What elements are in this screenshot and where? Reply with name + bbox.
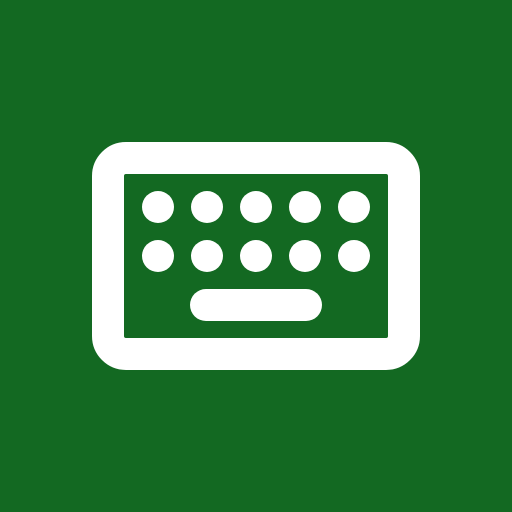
keyboard-key xyxy=(142,240,174,272)
keyboard-key xyxy=(289,191,321,223)
keyboard-key xyxy=(240,240,272,272)
keyboard-key xyxy=(338,191,370,223)
keyboard-key xyxy=(240,191,272,223)
keyboard-key xyxy=(289,240,321,272)
keyboard-key xyxy=(191,191,223,223)
keyboard-key xyxy=(191,240,223,272)
app-icon-tile[interactable] xyxy=(0,0,512,512)
keyboard-icon xyxy=(0,0,512,512)
keyboard-key xyxy=(142,191,174,223)
keyboard-spacebar xyxy=(190,289,322,321)
keyboard-key xyxy=(338,240,370,272)
